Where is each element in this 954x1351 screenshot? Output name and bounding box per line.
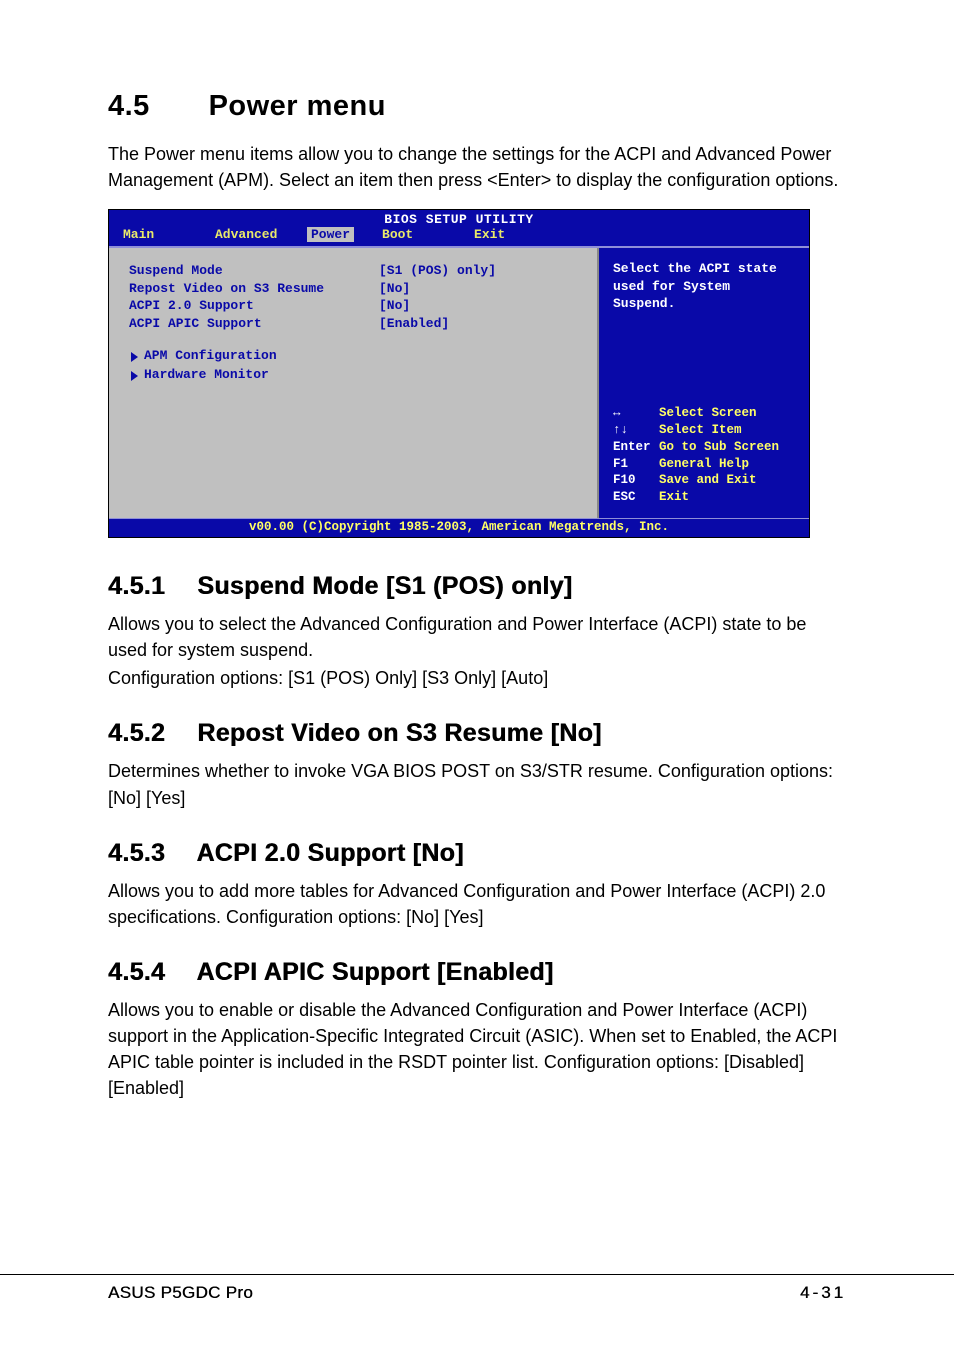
bios-item-value: [Enabled] bbox=[379, 315, 587, 333]
key-icon: ESC bbox=[613, 489, 659, 506]
bios-footer: v00.00 (C)Copyright 1985-2003, American … bbox=[109, 518, 809, 537]
bios-item[interactable]: ACPI APIC Support [Enabled] bbox=[129, 315, 587, 333]
bios-tab-power[interactable]: Power bbox=[307, 227, 354, 242]
section-number: 4.5.4 bbox=[108, 958, 190, 987]
bios-item-value: [No] bbox=[379, 280, 587, 298]
intro-paragraph: The Power menu items allow you to change… bbox=[108, 141, 846, 193]
bios-item-value: [S1 (POS) only] bbox=[379, 262, 587, 280]
bios-submenu-label: Hardware Monitor bbox=[144, 367, 269, 384]
section-heading: 4.5.4 ACPI APIC Support [Enabled] bbox=[108, 958, 846, 987]
key-desc: Select Screen bbox=[659, 406, 757, 420]
key-icon: F1 bbox=[613, 456, 659, 473]
bios-item-label: Repost Video on S3 Resume bbox=[129, 280, 379, 298]
section-title: Repost Video on S3 Resume [No] bbox=[197, 719, 601, 747]
bios-item[interactable]: Suspend Mode [S1 (POS) only] bbox=[129, 262, 587, 280]
section-paragraph: Allows you to select the Advanced Config… bbox=[108, 611, 846, 663]
bios-right-panel: Select the ACPI state used for System Su… bbox=[599, 248, 809, 518]
bios-item[interactable]: Repost Video on S3 Resume [No] bbox=[129, 280, 587, 298]
section-paragraph: Allows you to add more tables for Advanc… bbox=[108, 878, 846, 930]
section-title: Suspend Mode [S1 (POS) only] bbox=[197, 572, 572, 600]
section-paragraph: Allows you to enable or disable the Adva… bbox=[108, 997, 846, 1101]
bios-key-legend: ↔Select Screen ↑↓Select Item EnterGo to … bbox=[613, 405, 799, 506]
key-icon: F10 bbox=[613, 472, 659, 489]
triangle-right-icon bbox=[131, 371, 138, 381]
bios-item-label: ACPI APIC Support bbox=[129, 315, 379, 333]
section-title: ACPI 2.0 Support [No] bbox=[196, 839, 463, 867]
section-heading: 4.5.1 Suspend Mode [S1 (POS) only] bbox=[108, 572, 846, 601]
page-heading: 4.5 Power menu bbox=[108, 90, 846, 123]
bios-item-label: ACPI 2.0 Support bbox=[129, 297, 379, 315]
key-desc: Save and Exit bbox=[659, 473, 757, 487]
page-footer: ASUS P5GDC Pro 4-31 bbox=[0, 1274, 954, 1303]
triangle-right-icon bbox=[131, 352, 138, 362]
key-desc: Exit bbox=[659, 490, 689, 504]
bios-tab-advanced[interactable]: Advanced bbox=[215, 227, 307, 242]
footer-page-number: 4-31 bbox=[800, 1283, 846, 1303]
section-paragraph: Configuration options: [S1 (POS) Only] [… bbox=[108, 665, 846, 691]
section-number: 4.5.3 bbox=[108, 839, 190, 868]
bios-submenu-label: APM Configuration bbox=[144, 348, 277, 365]
key-icon: ↑↓ bbox=[613, 422, 659, 439]
key-icon: Enter bbox=[613, 439, 659, 456]
key-icon: ↔ bbox=[613, 405, 659, 422]
section-paragraph: Determines whether to invoke VGA BIOS PO… bbox=[108, 758, 846, 810]
bios-item-value: [No] bbox=[379, 297, 587, 315]
footer-product: ASUS P5GDC Pro bbox=[108, 1283, 253, 1303]
bios-screenshot: BIOS SETUP UTILITY Main Advanced Power B… bbox=[108, 209, 810, 538]
bios-help-text: Select the ACPI state used for System Su… bbox=[613, 260, 799, 313]
bios-left-panel: Suspend Mode [S1 (POS) only] Repost Vide… bbox=[109, 248, 599, 518]
section-number: 4.5.1 bbox=[108, 572, 190, 601]
key-desc: Go to Sub Screen bbox=[659, 440, 779, 454]
bios-title: BIOS SETUP UTILITY bbox=[109, 210, 809, 227]
key-desc: Select Item bbox=[659, 423, 742, 437]
section-heading: 4.5.3 ACPI 2.0 Support [No] bbox=[108, 839, 846, 868]
section-heading: 4.5.2 Repost Video on S3 Resume [No] bbox=[108, 719, 846, 748]
bios-tab-exit[interactable]: Exit bbox=[474, 227, 566, 242]
bios-tabs: Main Advanced Power Boot Exit bbox=[109, 227, 809, 246]
bios-item[interactable]: ACPI 2.0 Support [No] bbox=[129, 297, 587, 315]
bios-submenu[interactable]: Hardware Monitor bbox=[129, 367, 587, 384]
bios-tab-main[interactable]: Main bbox=[123, 227, 215, 242]
bios-item-label: Suspend Mode bbox=[129, 262, 379, 280]
bios-tab-boot[interactable]: Boot bbox=[382, 227, 474, 242]
heading-title: Power menu bbox=[209, 90, 386, 122]
bios-body: Suspend Mode [S1 (POS) only] Repost Vide… bbox=[109, 246, 809, 518]
heading-number: 4.5 bbox=[108, 90, 200, 123]
key-desc: General Help bbox=[659, 457, 749, 471]
bios-submenu[interactable]: APM Configuration bbox=[129, 348, 587, 365]
section-title: ACPI APIC Support [Enabled] bbox=[196, 958, 553, 986]
section-number: 4.5.2 bbox=[108, 719, 190, 748]
